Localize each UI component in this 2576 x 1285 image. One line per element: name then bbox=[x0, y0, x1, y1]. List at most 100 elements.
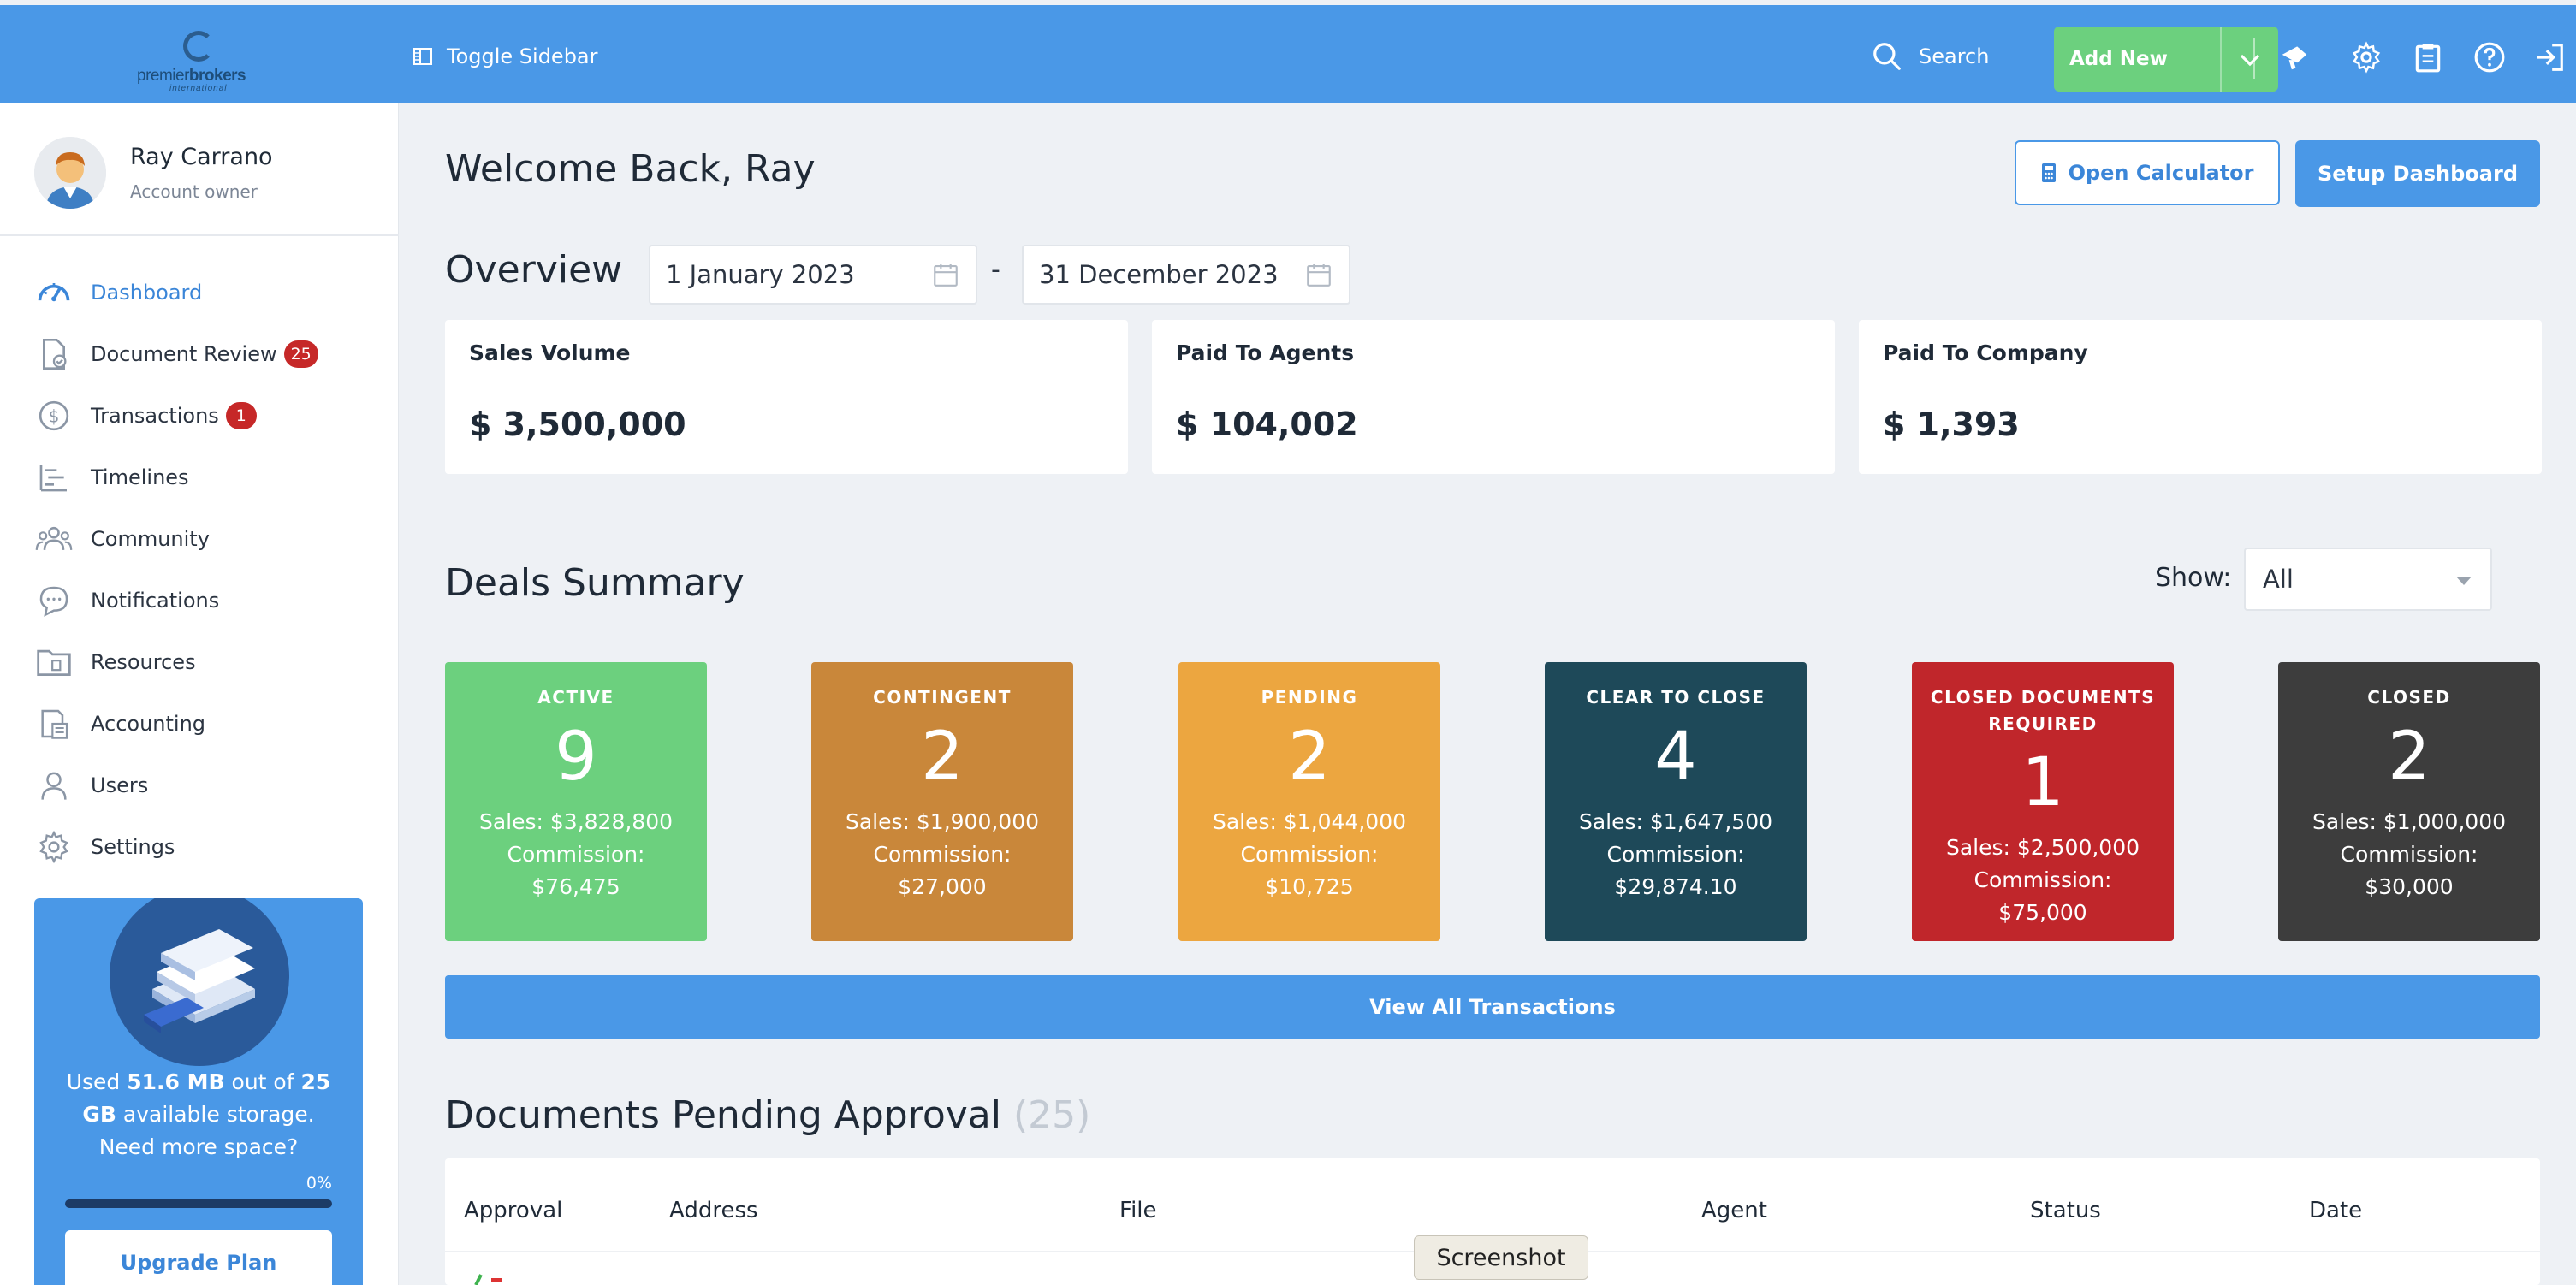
chevron-down-icon[interactable] bbox=[2237, 47, 2263, 73]
stat-card-sales-volume: Sales Volume $ 3,500,000 bbox=[445, 320, 1128, 474]
calendar-icon[interactable] bbox=[931, 260, 960, 289]
stat-label: Sales Volume bbox=[469, 340, 631, 365]
toggle-sidebar-label: Toggle Sidebar bbox=[447, 44, 598, 68]
deal-commission: $27,000 bbox=[898, 874, 987, 899]
deal-card-closed[interactable]: CLOSED 2 Sales: $1,000,000 Commission: $… bbox=[2278, 662, 2540, 941]
deal-status-label: ACTIVE bbox=[537, 687, 614, 708]
add-new-divider bbox=[2220, 27, 2222, 92]
column-header-file[interactable]: File bbox=[1119, 1198, 1157, 1223]
notification-badge: 25 bbox=[283, 340, 318, 368]
deal-commission: $29,874.10 bbox=[1614, 874, 1737, 899]
deal-commission: $76,475 bbox=[531, 874, 620, 899]
deal-sales: Sales: $1,900,000 bbox=[845, 809, 1040, 834]
sidebar-item-notifications[interactable]: Notifications bbox=[0, 570, 399, 631]
sidebar-nav: Dashboard Document Review 25 $ Transacti… bbox=[0, 262, 399, 878]
date-from-input[interactable]: 1 January 2023 bbox=[649, 245, 977, 305]
deal-commission-label: Commission: bbox=[1240, 842, 1379, 867]
deal-commission: $10,725 bbox=[1265, 874, 1354, 899]
view-all-transactions-button[interactable]: View All Transactions bbox=[445, 975, 2540, 1039]
sidebar-item-dashboard[interactable]: Dashboard bbox=[0, 262, 399, 323]
deal-commission: $75,000 bbox=[1998, 900, 2087, 925]
sidebar-item-accounting[interactable]: Accounting bbox=[0, 693, 399, 755]
deal-commission-label: Commission: bbox=[873, 842, 1012, 867]
documents-pending-count: (25) bbox=[1012, 1093, 1091, 1137]
sidebar-item-label: Notifications bbox=[91, 589, 220, 613]
deal-card-closed-documents-required[interactable]: CLOSED DOCUMENTS REQUIRED 1 Sales: $2,50… bbox=[1912, 662, 2174, 941]
sidebar-item-label: Document Review bbox=[91, 342, 277, 366]
storage-usage-text: Used 51.6 MB out of 25 GB available stor… bbox=[66, 1069, 331, 1159]
stat-value: $ 1,393 bbox=[1883, 406, 2020, 443]
notification-badge: 1 bbox=[225, 402, 257, 429]
clipboard-icon[interactable] bbox=[2412, 41, 2444, 74]
column-header-status[interactable]: Status bbox=[2030, 1198, 2101, 1223]
dollar-circle-icon: $ bbox=[39, 400, 69, 431]
user-name: Ray Carrano bbox=[130, 144, 273, 170]
column-header-address[interactable]: Address bbox=[669, 1198, 758, 1223]
deal-card-clear-to-close[interactable]: CLEAR TO CLOSE 4 Sales: $1,647,500 Commi… bbox=[1545, 662, 1807, 941]
show-filter-select[interactable]: All bbox=[2244, 548, 2492, 611]
sidebar-item-document-review[interactable]: Document Review 25 bbox=[0, 323, 399, 385]
storage-panel: Used 51.6 MB out of 25 GB available stor… bbox=[34, 898, 363, 1285]
sidebar-item-label: Users bbox=[91, 773, 149, 797]
date-to-input[interactable]: 31 December 2023 bbox=[1022, 245, 1350, 305]
sidebar-item-resources[interactable]: Resources bbox=[0, 631, 399, 693]
storage-illustration bbox=[110, 898, 289, 1066]
date-separator: - bbox=[991, 255, 1000, 285]
date-to-value: 31 December 2023 bbox=[1039, 260, 1279, 289]
documents-pending-title: Documents Pending Approval (25) bbox=[445, 1093, 1090, 1137]
toggle-sidebar-button[interactable]: Toggle Sidebar bbox=[413, 39, 598, 74]
document-stack-icon bbox=[144, 929, 255, 1033]
user-profile[interactable]: Ray Carrano Account owner bbox=[0, 103, 399, 236]
search-button[interactable]: Search bbox=[1871, 38, 1989, 75]
deal-count: 2 bbox=[2388, 719, 2431, 796]
deal-card-active[interactable]: ACTIVE 9 Sales: $3,828,800 Commission: $… bbox=[445, 662, 707, 941]
caret-down-icon bbox=[2456, 577, 2472, 585]
deal-card-pending[interactable]: PENDING 2 Sales: $1,044,000 Commission: … bbox=[1178, 662, 1440, 941]
calendar-icon[interactable] bbox=[1304, 260, 1333, 289]
column-header-date[interactable]: Date bbox=[2309, 1198, 2362, 1223]
column-header-agent[interactable]: Agent bbox=[1701, 1198, 1767, 1223]
sidebar-item-label: Timelines bbox=[91, 465, 189, 489]
help-icon[interactable] bbox=[2473, 41, 2506, 74]
sidebar-item-label: Transactions bbox=[91, 404, 219, 428]
deal-commission: $30,000 bbox=[2365, 874, 2454, 899]
deals-summary-title: Deals Summary bbox=[445, 561, 745, 605]
accounting-icon bbox=[41, 709, 68, 739]
user-icon bbox=[41, 772, 67, 800]
sidebar-item-settings[interactable]: Settings bbox=[0, 816, 399, 878]
add-new-label: Add New bbox=[2069, 48, 2168, 70]
folder-icon bbox=[37, 649, 71, 677]
storage-percent: 0% bbox=[306, 1174, 332, 1193]
screenshot-tooltip: Screenshot bbox=[1414, 1235, 1588, 1280]
overview-title: Overview bbox=[445, 248, 623, 292]
deal-count: 1 bbox=[2021, 744, 2064, 821]
deal-sales: Sales: $3,828,800 bbox=[478, 809, 674, 834]
stat-value: $ 104,002 bbox=[1176, 406, 1358, 443]
brand-logo[interactable]: premierbrokers international bbox=[137, 31, 265, 93]
sidebar-item-users[interactable]: Users bbox=[0, 755, 399, 816]
setup-dashboard-button[interactable]: Setup Dashboard bbox=[2295, 140, 2540, 207]
open-calculator-label: Open Calculator bbox=[2068, 161, 2254, 185]
gear-icon[interactable] bbox=[2350, 41, 2383, 74]
page-title: Welcome Back, Ray bbox=[445, 147, 816, 191]
upgrade-plan-button[interactable]: Upgrade Plan bbox=[65, 1230, 332, 1285]
megaphone-icon[interactable] bbox=[2278, 41, 2311, 74]
approve-check-icon[interactable] bbox=[472, 1270, 507, 1285]
deal-card-contingent[interactable]: CONTINGENT 2 Sales: $1,900,000 Commissio… bbox=[811, 662, 1073, 941]
deal-count: 9 bbox=[555, 719, 597, 796]
sidebar-item-community[interactable]: Community bbox=[0, 508, 399, 570]
column-header-approval[interactable]: Approval bbox=[464, 1198, 562, 1223]
avatar bbox=[34, 137, 106, 209]
stat-label: Paid To Company bbox=[1883, 340, 2088, 365]
logo-swirl-icon bbox=[183, 31, 214, 62]
svg-text:$: $ bbox=[49, 406, 60, 427]
sidebar-item-transactions[interactable]: $ Transactions 1 bbox=[0, 385, 399, 447]
logout-icon[interactable] bbox=[2533, 41, 2566, 74]
sidebar-item-timelines[interactable]: Timelines bbox=[0, 447, 399, 508]
add-new-button[interactable]: Add New bbox=[2054, 27, 2278, 92]
sidebar-toggle-icon bbox=[413, 48, 432, 65]
sidebar-item-label: Community bbox=[91, 527, 210, 551]
open-calculator-button[interactable]: Open Calculator bbox=[2015, 140, 2280, 205]
sidebar-item-label: Accounting bbox=[91, 712, 206, 736]
deal-commission-label: Commission: bbox=[507, 842, 645, 867]
